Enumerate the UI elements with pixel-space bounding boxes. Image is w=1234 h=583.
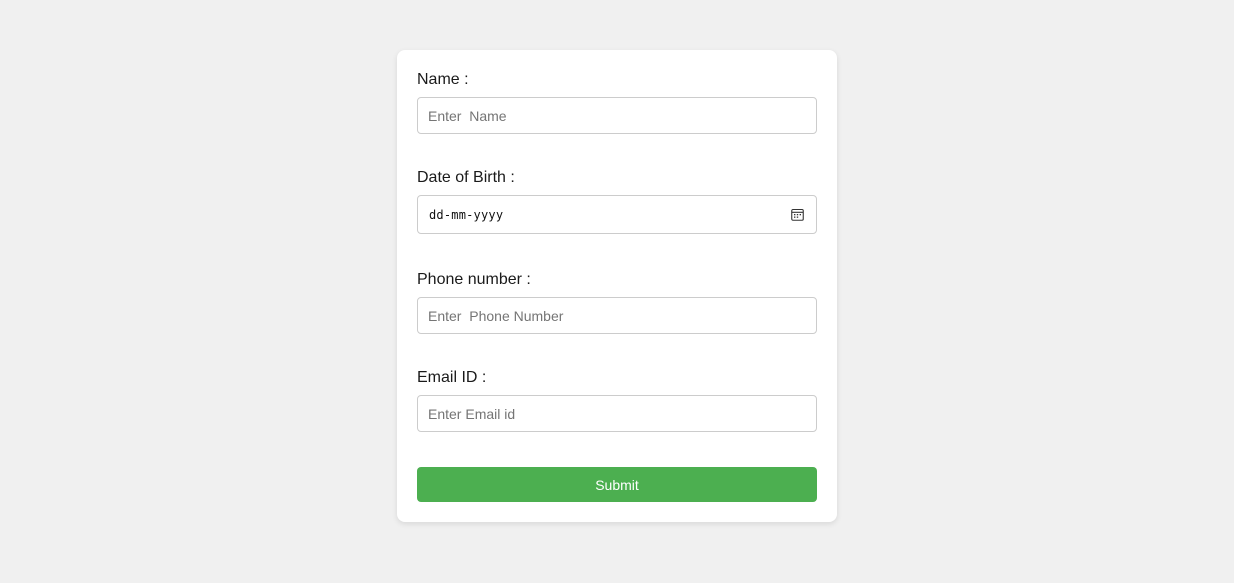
dob-format-text: dd-mm-yyyy (429, 207, 504, 222)
name-label: Name : (417, 71, 469, 88)
name-input[interactable] (417, 97, 817, 134)
calendar-icon[interactable] (790, 208, 804, 222)
submit-button[interactable]: Submit (417, 467, 817, 502)
dob-input[interactable]: dd-mm-yyyy (417, 195, 817, 234)
registration-form-card: Name : Date of Birth : dd-mm-yyyy Phone … (397, 50, 837, 522)
phone-label: Phone number : (417, 271, 531, 288)
email-input[interactable] (417, 395, 817, 432)
dob-label: Date of Birth : (417, 169, 515, 186)
phone-input[interactable] (417, 297, 817, 334)
email-label: Email ID : (417, 369, 487, 386)
